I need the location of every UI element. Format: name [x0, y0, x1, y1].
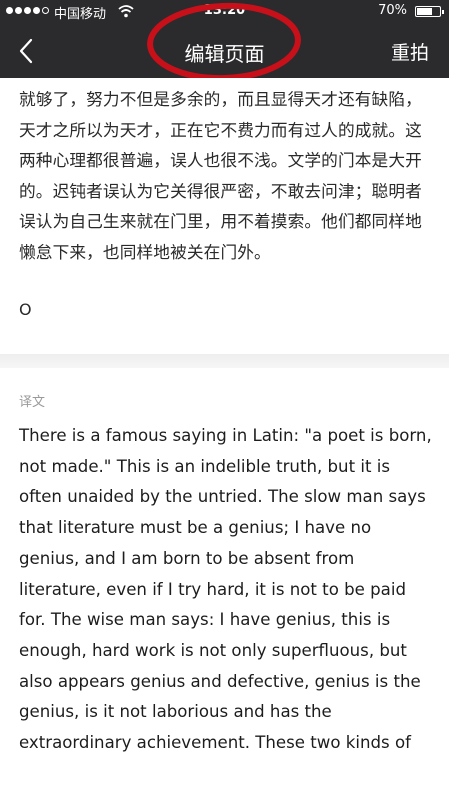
translation-section: 译文 There is a famous saying in Latin: "a… — [0, 368, 449, 800]
navigation-bar: 编辑页面 重拍 — [0, 24, 449, 78]
original-text-section: 就够了，努力不但是多余的，而且显得天才还有缺陷，天才之所以为天才，正在它不费力而… — [0, 78, 449, 354]
top-bar: 中国移动 13:20 70% 编辑页面 重拍 — [0, 0, 449, 82]
battery-percent: 70% — [378, 3, 407, 18]
original-text-tail[interactable]: O — [19, 300, 32, 319]
battery-icon — [415, 6, 444, 17]
translation-label: 译文 — [19, 395, 46, 410]
status-bar: 中国移动 13:20 70% — [0, 0, 449, 24]
translation-text[interactable]: There is a famous saying in Latin: "a po… — [19, 421, 435, 759]
original-chinese-text[interactable]: 就够了，努力不但是多余的，而且显得天才还有缺陷，天才之所以为天才，正在它不费力而… — [19, 84, 437, 268]
page-title: 编辑页面 — [184, 42, 265, 66]
section-divider — [0, 354, 449, 368]
retake-button[interactable]: 重拍 — [391, 38, 429, 65]
